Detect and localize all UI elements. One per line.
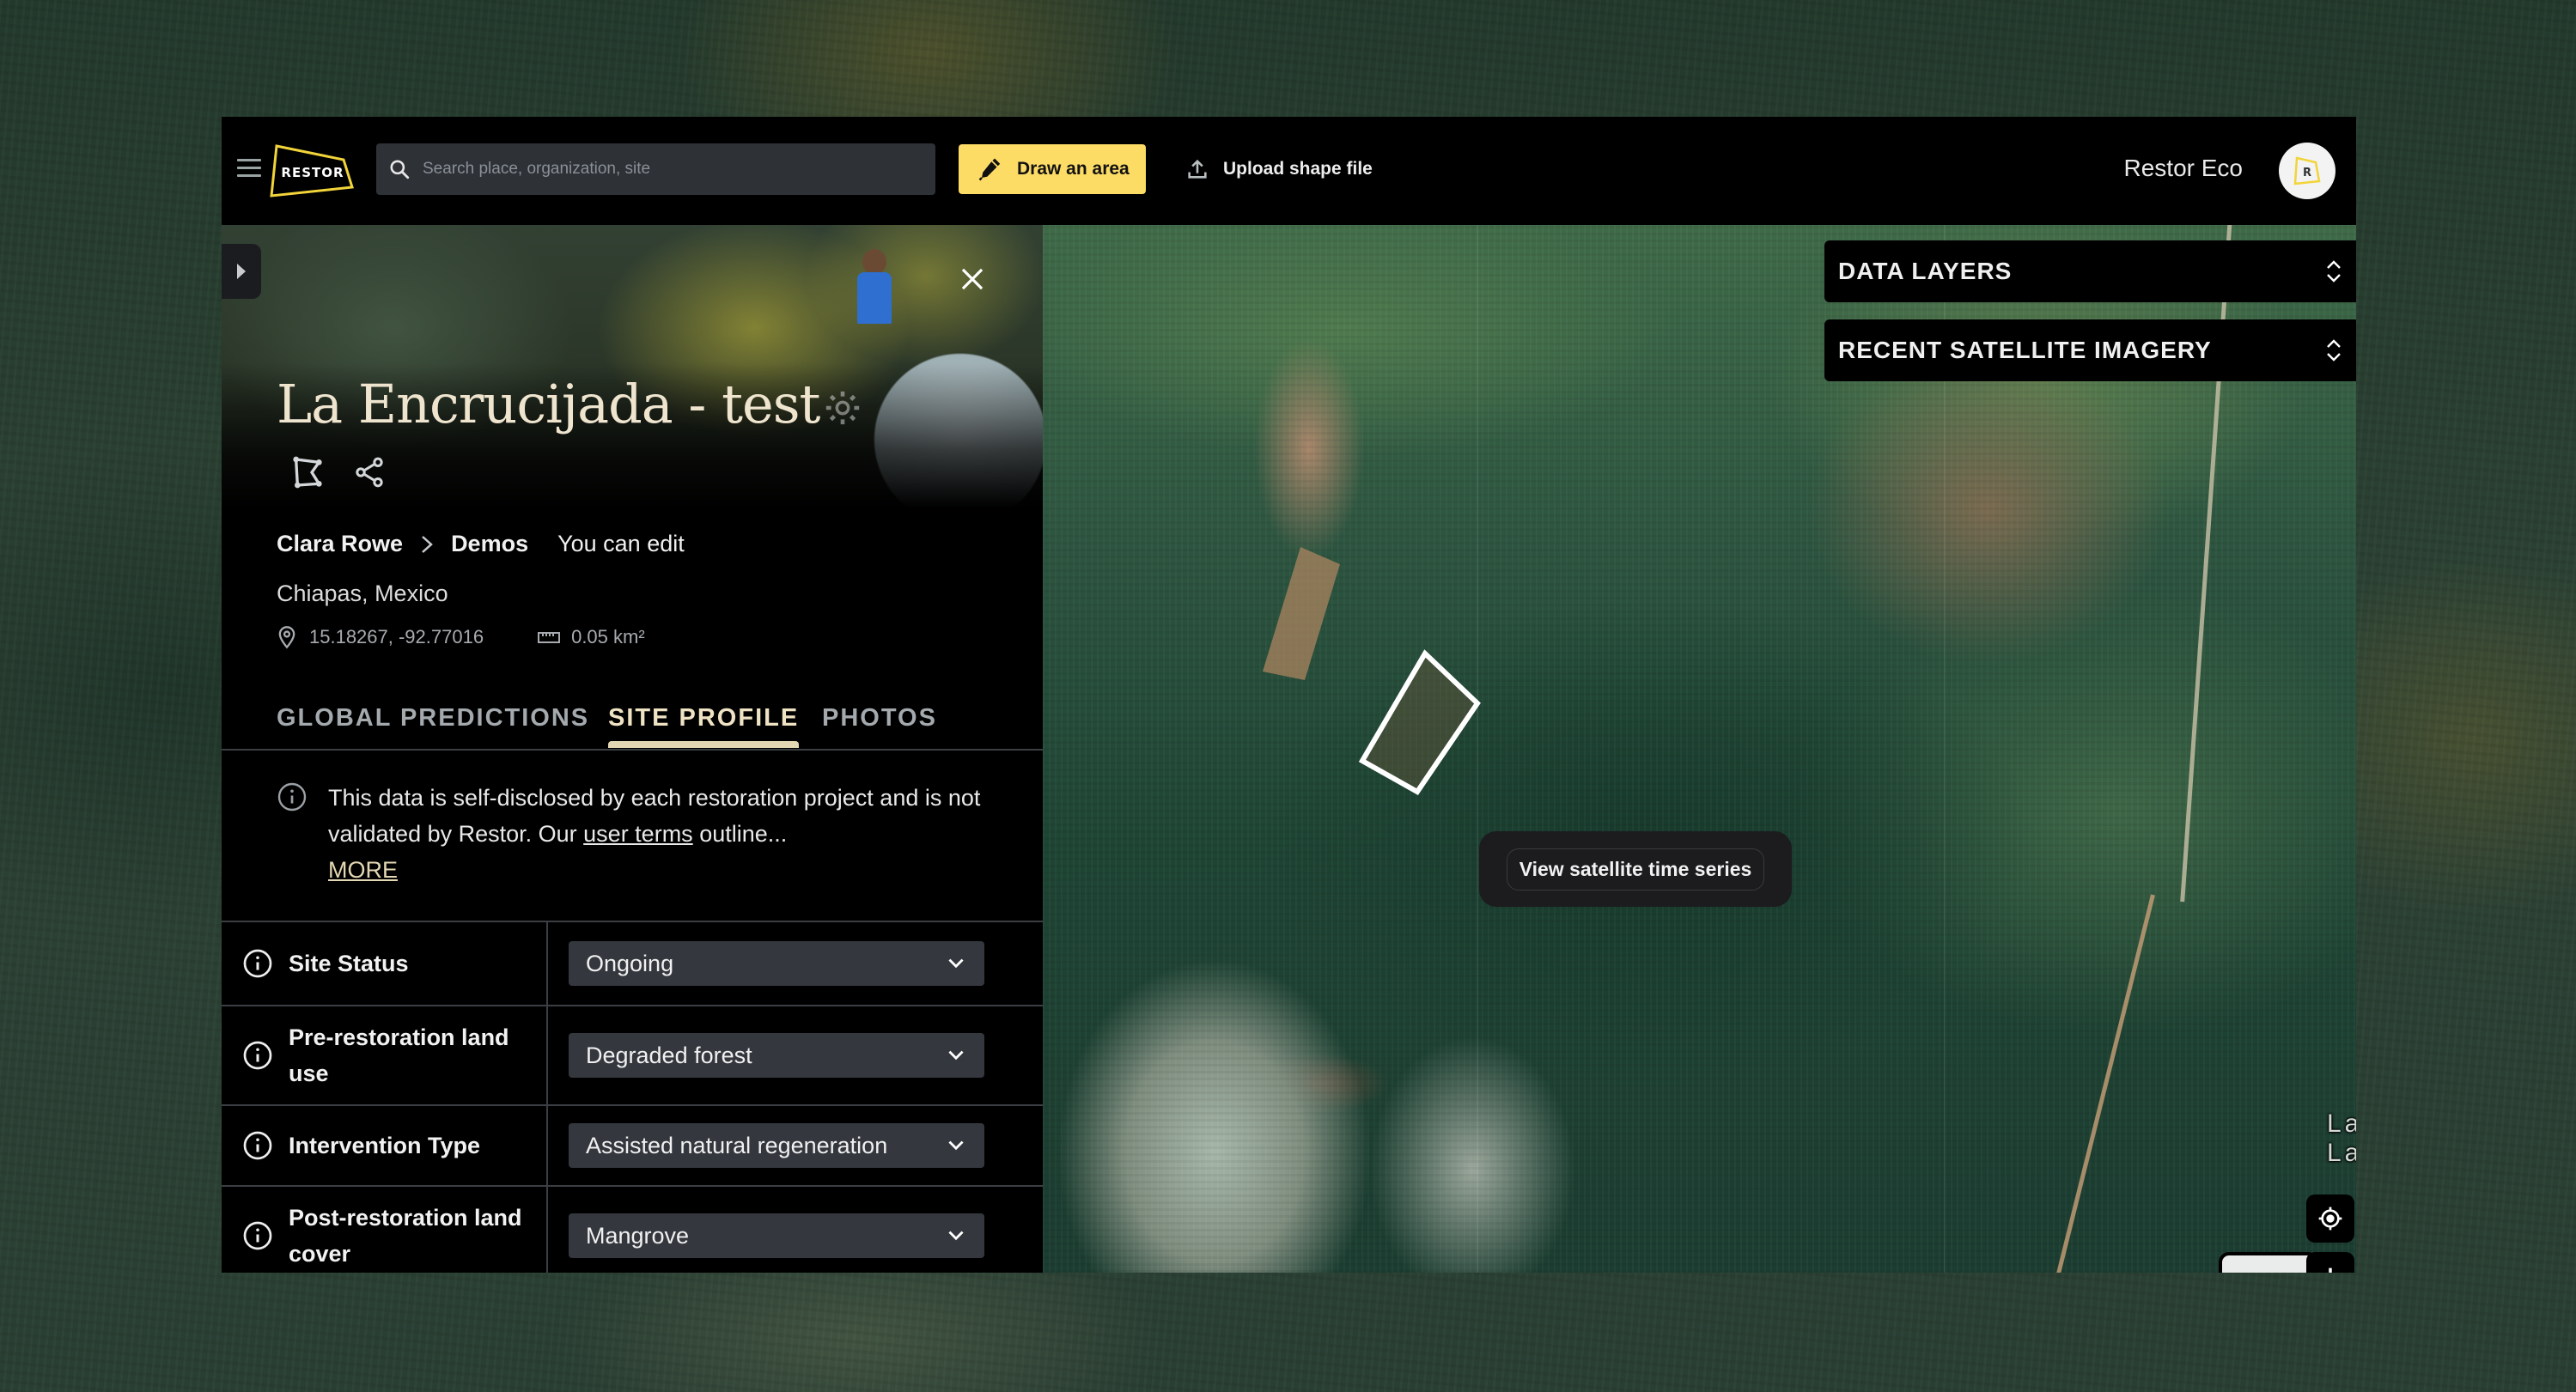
panel-collapse-toggle[interactable] <box>222 244 261 299</box>
upload-icon <box>1188 159 1207 179</box>
user-name[interactable]: Restor Eco <box>2124 155 2244 182</box>
restor-logo[interactable]: RESTOR <box>270 144 357 198</box>
search-input[interactable] <box>421 159 905 179</box>
more-link[interactable]: MORE <box>328 852 398 888</box>
zoom-in-button[interactable] <box>2306 1252 2354 1273</box>
info-icon <box>277 782 307 811</box>
permission-badge: You can edit <box>557 531 685 556</box>
site-area: 0.05 km² <box>571 626 645 647</box>
app-window: RESTOR Draw an area Upload shape file Re… <box>222 117 2356 1273</box>
site-status-select[interactable]: Ongoing <box>569 941 984 986</box>
hamburger-menu-icon[interactable] <box>237 159 261 181</box>
crosshair-icon <box>2318 1207 2342 1231</box>
chevron-down-icon <box>948 958 964 969</box>
select-value: Ongoing <box>586 950 674 976</box>
user-terms-link[interactable]: user terms <box>583 821 693 847</box>
map-place-label: Las Lauras <box>2327 1109 2356 1167</box>
site-properties-table: Site Status Ongoing Pre-restoration land… <box>222 921 1043 1273</box>
expand-collapse-icon <box>2327 339 2341 362</box>
chevron-down-icon <box>948 1231 964 1241</box>
site-coordinates: 15.18267, -92.77016 <box>309 626 484 647</box>
select-value: Degraded forest <box>586 1042 752 1068</box>
property-label: Pre-restoration land use <box>289 1024 509 1086</box>
data-layers-panel[interactable]: DATA LAYERS <box>1824 240 2356 302</box>
plus-icon <box>2329 1267 2332 1273</box>
breadcrumb: Clara Rowe Demos You can edit <box>277 531 685 557</box>
location-pin-icon <box>278 626 295 649</box>
locate-button[interactable] <box>2306 1194 2354 1243</box>
recent-satellite-imagery-label: RECENT SATELLITE IMAGERY <box>1838 337 2212 363</box>
chevron-down-icon <box>948 1050 964 1061</box>
property-label: Post-restoration land cover <box>289 1205 522 1267</box>
ruler-icon <box>538 632 561 643</box>
info-icon[interactable] <box>242 1130 273 1161</box>
chevron-down-icon <box>948 1140 964 1151</box>
site-title: La Encrucijada - test <box>277 373 820 435</box>
post-restoration-land-cover-select[interactable]: Mangrove <box>569 1213 984 1258</box>
tab-global-predictions[interactable]: GLOBAL PREDICTIONS <box>277 704 589 732</box>
info-icon[interactable] <box>242 948 273 979</box>
expand-collapse-icon <box>2327 260 2341 283</box>
satellite-map[interactable]: DATA LAYERS RECENT SATELLITE IMAGERY Vie… <box>1043 225 2356 1273</box>
select-value: Mangrove <box>586 1222 690 1249</box>
site-detail-panel: La Encrucijada - test Clara Rowe Demos Y… <box>222 225 1043 1273</box>
site-location: Chiapas, Mexico <box>277 581 448 606</box>
tab-site-profile[interactable]: SITE PROFILE <box>608 704 800 748</box>
recent-satellite-imagery-panel[interactable]: RECENT SATELLITE IMAGERY <box>1824 319 2356 381</box>
polygon-edit-icon[interactable] <box>290 455 325 489</box>
property-row: Post-restoration land cover Mangrove <box>222 1187 1043 1273</box>
intervention-type-select[interactable]: Assisted natural regeneration <box>569 1123 984 1168</box>
select-value: Assisted natural regeneration <box>586 1132 888 1158</box>
draw-area-label: Draw an area <box>1017 159 1130 179</box>
disclaimer-notice: This data is self-disclosed by each rest… <box>277 780 1015 888</box>
search-icon <box>390 160 410 179</box>
basemap-switcher[interactable] <box>2219 1252 2318 1273</box>
data-layers-label: DATA LAYERS <box>1838 258 2013 284</box>
panel-tabs: GLOBAL PREDICTIONS SITE PROFILE PHOTOS <box>222 699 1043 751</box>
draw-area-button[interactable]: Draw an area <box>959 144 1146 194</box>
property-label: Site Status <box>289 951 409 976</box>
breadcrumb-group[interactable]: Demos <box>451 531 528 557</box>
property-row: Intervention Type Assisted natural regen… <box>222 1106 1043 1187</box>
notice-text-end: outline... <box>692 821 788 847</box>
site-actions <box>290 455 387 489</box>
pre-restoration-land-use-select[interactable]: Degraded forest <box>569 1033 984 1078</box>
close-icon[interactable] <box>956 263 989 295</box>
breadcrumb-owner[interactable]: Clara Rowe <box>277 531 403 557</box>
avatar[interactable]: R <box>2279 143 2335 199</box>
svg-text:RESTOR: RESTOR <box>281 165 344 180</box>
upload-shape-file-label: Upload shape file <box>1223 159 1373 179</box>
chevron-right-icon <box>422 535 433 553</box>
site-meta: 15.18267, -92.77016 0.05 km² <box>275 625 645 649</box>
top-header: RESTOR Draw an area Upload shape file Re… <box>222 117 2356 225</box>
property-label: Intervention Type <box>289 1133 481 1158</box>
view-satellite-time-series-button[interactable]: View satellite time series <box>1479 831 1792 907</box>
share-icon[interactable] <box>352 455 387 489</box>
chevron-right-icon <box>237 264 246 279</box>
svg-text:R: R <box>2303 167 2311 179</box>
upload-shape-file-button[interactable]: Upload shape file <box>1185 144 1373 194</box>
time-series-label: View satellite time series <box>1506 848 1765 891</box>
pen-icon <box>978 158 1001 181</box>
property-row: Site Status Ongoing <box>222 922 1043 1006</box>
info-icon[interactable] <box>242 1040 273 1071</box>
info-icon[interactable] <box>242 1220 273 1251</box>
tab-photos[interactable]: PHOTOS <box>822 704 937 732</box>
settings-gear-icon[interactable] <box>823 388 862 428</box>
avatar-logo-icon: R <box>2293 156 2321 185</box>
property-row: Pre-restoration land use Degraded forest <box>222 1006 1043 1106</box>
search-bar[interactable] <box>376 143 935 195</box>
